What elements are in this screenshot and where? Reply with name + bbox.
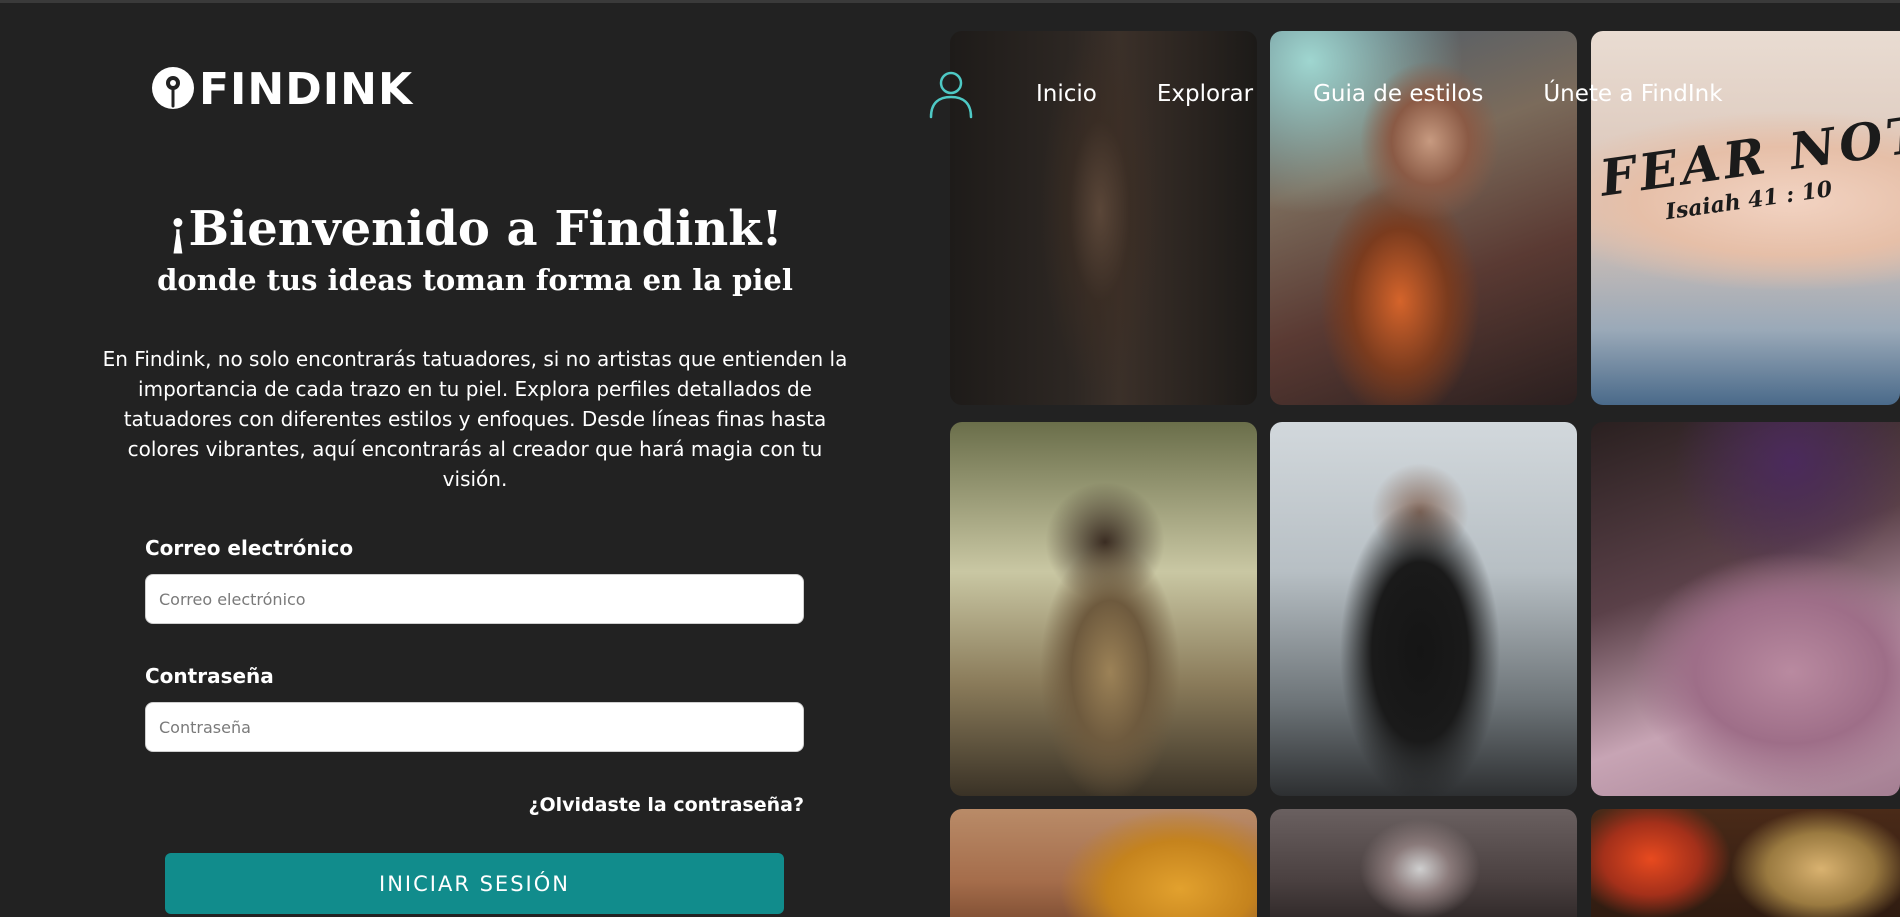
gallery-photo[interactable] bbox=[950, 809, 1257, 917]
nav-link-unete[interactable]: Únete a FindInk bbox=[1543, 81, 1722, 107]
logo-text: FINDINK bbox=[199, 64, 414, 115]
tattoo-lettering: FEAR NOT Isaiah 41 : 10 bbox=[1596, 103, 1900, 233]
login-button[interactable]: INICIAR SESIÓN bbox=[165, 853, 784, 914]
page-title: ¡Bienvenido a Findink! bbox=[167, 201, 783, 257]
browser-frame: FINDINK ¡Bienvenido a Findink! donde tus… bbox=[0, 0, 1900, 917]
email-label: Correo electrónico bbox=[145, 536, 354, 560]
forgot-password-link[interactable]: ¿Olvidaste la contraseña? bbox=[528, 794, 804, 816]
tattoo-photo-grid: FEAR NOT Isaiah 41 : 10 bbox=[950, 31, 1900, 917]
password-field[interactable] bbox=[145, 702, 804, 752]
nav-link-guia-estilos[interactable]: Guia de estilos bbox=[1313, 81, 1483, 107]
gallery-photo[interactable] bbox=[1270, 422, 1577, 796]
nav-link-explorar[interactable]: Explorar bbox=[1157, 81, 1253, 107]
gallery-photo[interactable] bbox=[950, 422, 1257, 796]
user-icon[interactable] bbox=[928, 69, 974, 119]
login-page: FINDINK ¡Bienvenido a Findink! donde tus… bbox=[0, 0, 1900, 917]
password-label: Contraseña bbox=[145, 664, 274, 688]
gallery-photo[interactable] bbox=[1270, 809, 1577, 917]
intro-paragraph: En Findink, no solo encontrarás tatuador… bbox=[102, 347, 848, 491]
nav-link-inicio[interactable]: Inicio bbox=[1036, 81, 1097, 107]
gallery-photo[interactable] bbox=[1591, 809, 1900, 917]
email-field[interactable] bbox=[145, 574, 804, 624]
page-subtitle: donde tus ideas toman forma en la piel bbox=[157, 263, 793, 297]
findink-logo[interactable]: FINDINK bbox=[149, 66, 413, 114]
gallery-photo[interactable] bbox=[1591, 422, 1900, 796]
map-pin-icon bbox=[152, 67, 194, 109]
main-navigation: Inicio Explorar Guia de estilos Únete a … bbox=[928, 66, 1783, 122]
